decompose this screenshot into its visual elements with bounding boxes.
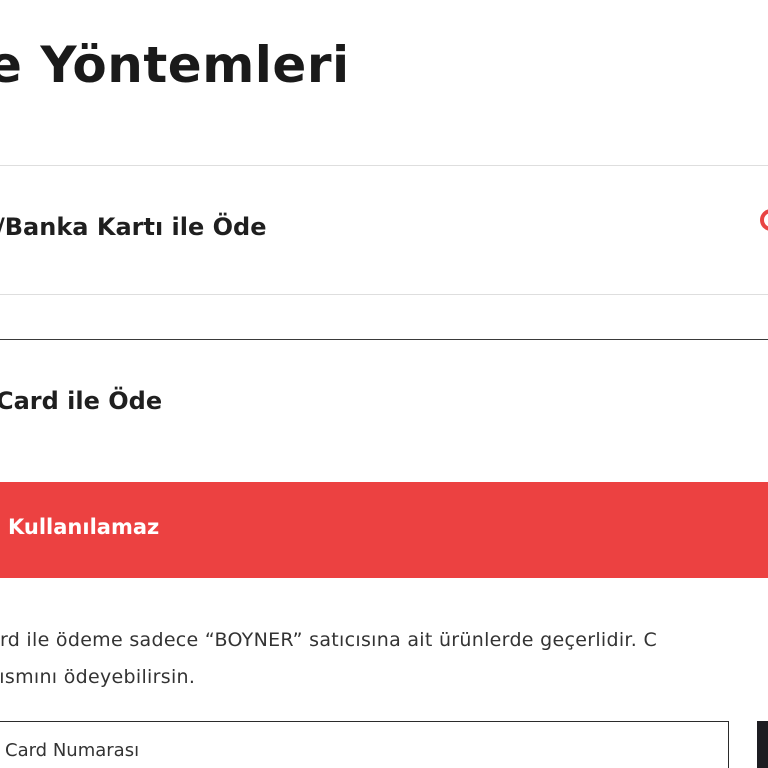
divider bbox=[0, 339, 768, 340]
radio-button[interactable] bbox=[760, 209, 768, 231]
payment-option-label: /Banka Kartı ile Öde bbox=[0, 213, 267, 241]
page-title: e Yöntemleri bbox=[0, 36, 350, 94]
payment-option-label: Card ile Öde bbox=[0, 387, 163, 415]
submit-button[interactable] bbox=[757, 721, 768, 768]
info-text-line: kısmını ödeyebilirsin. bbox=[0, 666, 196, 688]
info-text-line: ard ile ödeme sadece “BOYNER” satıcısına… bbox=[0, 629, 658, 651]
warning-banner: Kullanılamaz bbox=[0, 482, 768, 578]
divider bbox=[0, 165, 768, 166]
divider bbox=[0, 294, 768, 295]
card-number-placeholder: Card Numarası bbox=[5, 740, 140, 761]
card-number-input[interactable]: Card Numarası bbox=[0, 721, 729, 768]
warning-text: Kullanılamaz bbox=[8, 515, 160, 539]
payment-methods-page: e Yöntemleri /Banka Kartı ile Öde Card i… bbox=[0, 0, 768, 768]
info-text: ard ile ödeme sadece “BOYNER” satıcısına… bbox=[0, 622, 657, 696]
